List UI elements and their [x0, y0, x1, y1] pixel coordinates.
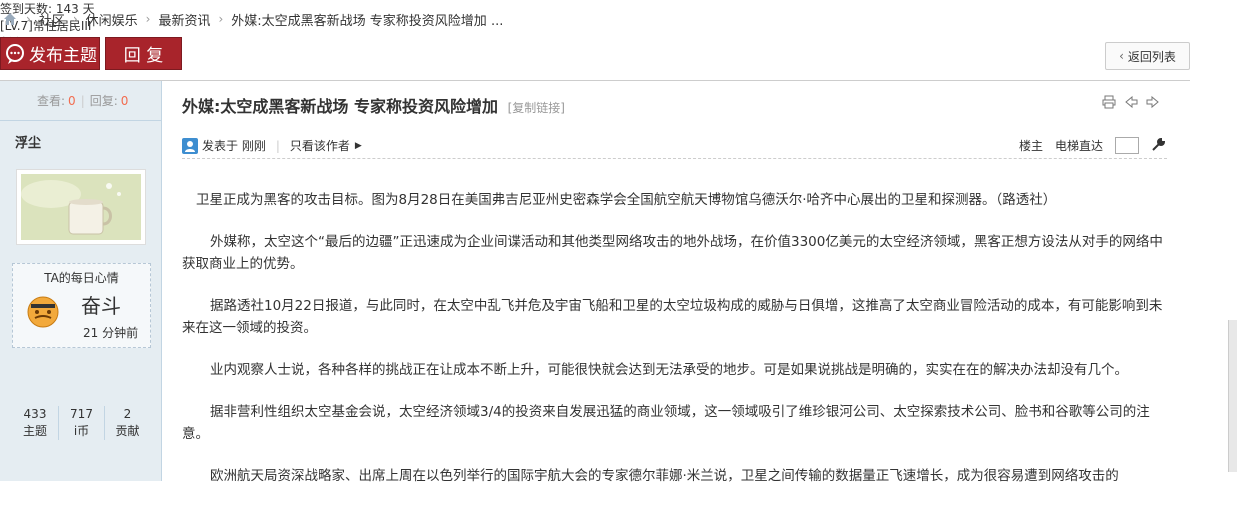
views-count: 0 [68, 93, 76, 108]
mood-face-icon [25, 294, 61, 330]
replies-label: 回复: [89, 94, 118, 108]
floor-jump-input[interactable] [1115, 137, 1139, 154]
post-paragraph: 欧洲航天局资深战略家、出席上周在以色列举行的国际宇航大会的专家德尔菲娜·米兰说，… [210, 468, 1119, 484]
online-user-icon [182, 137, 198, 154]
copy-link-button[interactable]: [复制链接] [508, 101, 565, 115]
chat-bubble-icon [6, 43, 24, 64]
home-icon[interactable] [2, 11, 18, 27]
breadcrumb-separator: › [26, 12, 31, 26]
jump-label: 电梯直达 [1054, 139, 1103, 153]
count-label: 贡献 [115, 424, 140, 438]
back-to-list-label: 返回列表 [1127, 49, 1176, 64]
floor-label: 楼主 [1018, 139, 1043, 153]
breadcrumb-separator: › [218, 12, 224, 26]
avatar[interactable] [16, 169, 146, 245]
page-scrollbar[interactable] [1228, 320, 1237, 472]
count-value: 433 [23, 407, 47, 421]
thread-stats: 查看: 0 | 回复: 0 [0, 81, 161, 121]
count-label: i币 [73, 424, 90, 438]
breadcrumb-news[interactable]: 最新资讯 [158, 10, 210, 29]
previous-thread-icon[interactable] [1124, 95, 1138, 112]
post-paragraph: 据非营利性组织太空基金会说，太空经济领域3/4的投资来自发展迅猛的商业领域，这一… [182, 404, 1150, 442]
breadcrumb-separator: › [145, 12, 151, 26]
post-frame: 查看: 0 | 回复: 0 浮尘 外媒:太空成黑客新战场 专家称投资风险增加 [… [0, 80, 1190, 484]
post-meta: 发表于 刚刚 | 只看该作者 ▶ 楼主 电梯直达 [182, 133, 1167, 159]
post-paragraph: 业内观察人士说，各种各样的挑战正在让成本不断上升，可能很快就会达到无法承受的地步… [210, 362, 1128, 378]
play-arrow-icon: ▶ [354, 140, 362, 151]
post-tools [1102, 95, 1160, 112]
avatar-image [21, 174, 141, 240]
count-label: 主题 [22, 424, 47, 438]
breadcrumb-separator: › [72, 12, 78, 26]
breadcrumb-community[interactable]: 社区 [39, 10, 65, 29]
post-paragraph: 外媒称，太空这个“最后的边疆”正迅速成为企业间谍活动和其他类型网络攻击的地外战场… [182, 234, 1163, 272]
new-topic-label: 发布主题 [29, 46, 97, 66]
author-name[interactable]: 浮尘 [0, 121, 161, 161]
post-paragraph: 据路透社10月22日报道，与此同时，在太空中乱飞并危及宇宙飞船和卫星的太空垃圾构… [182, 298, 1163, 336]
user-role: 版主 [0, 34, 1237, 51]
mood-time: 21 分钟前 [83, 326, 139, 340]
count-value: 717 [70, 407, 93, 421]
post-content: 外媒:太空成黑客新战场 专家称投资风险增加 [复制链接] 发表于 刚刚 | 只看… [163, 81, 1190, 484]
post-paragraph: 卫星正成为黑客的攻击目标。图为8月28日在美国弗吉尼亚州史密森学会全国航空航天博… [196, 192, 1057, 208]
mood-title: TA的每日心情 [44, 271, 119, 285]
count-value: 2 [123, 407, 132, 421]
back-to-list-button[interactable]: ‹ 返回列表 [1105, 42, 1190, 70]
topics-count[interactable]: 433 主题 [12, 406, 58, 440]
stats-divider: | [80, 93, 85, 108]
views-label: 查看: [37, 94, 66, 108]
post-body: 卫星正成为黑客的攻击目标。图为8月28日在美国弗吉尼亚州史密森学会全国航空航天博… [182, 189, 1172, 507]
daily-mood-card: TA的每日心情 奋斗 21 分钟前 [12, 263, 151, 348]
print-icon[interactable] [1102, 95, 1116, 112]
chevron-left-icon: ‹ [1119, 49, 1124, 63]
mood-word: 奋斗 [81, 294, 121, 318]
breadcrumb: › 社区 › 休闲娱乐 › 最新资讯 › 外媒:太空成黑客新战场 专家称投资风险… [0, 8, 503, 30]
reply-button[interactable]: 回 复 [105, 37, 182, 70]
next-thread-icon[interactable] [1146, 95, 1160, 112]
meta-divider: | [275, 138, 280, 153]
post-title-row: 外媒:太空成黑客新战场 专家称投资风险增加 [复制链接] [182, 93, 565, 117]
replies-count: 0 [120, 93, 129, 108]
contribution-count[interactable]: 2 贡献 [104, 406, 150, 440]
breadcrumb-current[interactable]: 外媒:太空成黑客新战场 专家称投资风险增加 ... [231, 10, 503, 29]
only-author-link[interactable]: 只看该作者 [290, 137, 350, 154]
new-topic-button[interactable]: 发布主题 [0, 37, 100, 70]
floor-controls: 楼主 电梯直达 [1019, 136, 1167, 155]
post-title: 外媒:太空成黑客新战场 专家称投资风险增加 [182, 97, 498, 116]
user-counts: 433 主题 717 i币 2 贡献 [12, 406, 152, 440]
breadcrumb-leisure[interactable]: 休闲娱乐 [86, 10, 138, 29]
coins-count[interactable]: 717 i币 [58, 406, 104, 440]
posted-at: 发表于 刚刚 [202, 139, 266, 153]
wrench-icon[interactable] [1151, 136, 1167, 155]
